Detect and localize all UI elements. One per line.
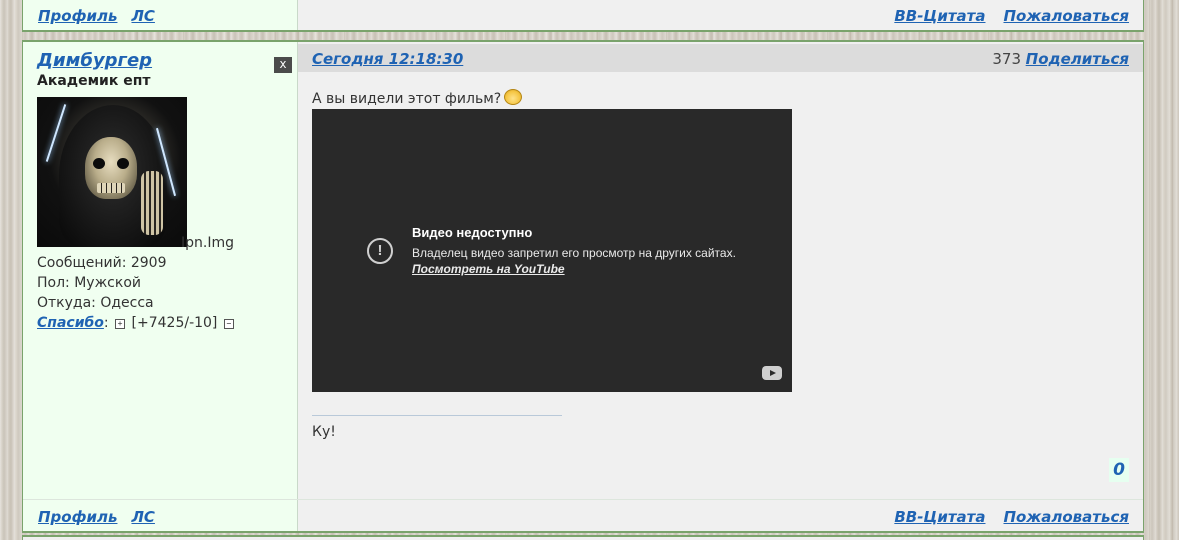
avatar-eye xyxy=(117,158,129,169)
avatar-teeth xyxy=(97,183,125,193)
thanks-separator: : xyxy=(103,315,109,331)
signature-divider xyxy=(312,415,562,416)
bb-quote-link[interactable]: BB-Цитата xyxy=(894,7,985,25)
signature: Ку! xyxy=(312,424,336,440)
previous-post-footer: Профиль ЛС BB-Цитата Пожаловаться xyxy=(22,0,1144,32)
next-post-top xyxy=(22,535,1144,540)
author-thanks: Спасибо: + [+7425/-10] − xyxy=(37,315,236,331)
thanks-plus-icon[interactable]: + xyxy=(115,319,126,329)
post-header: Сегодня 12:18:30 373 Поделиться xyxy=(298,44,1143,72)
author-gender: Пол: Мужской xyxy=(37,275,142,291)
author-post-count: Сообщений: 2909 xyxy=(37,255,167,271)
video-error-message: Владелец видео запретил его просмотр на … xyxy=(412,246,736,260)
thanks-value: [+7425/-10] xyxy=(131,315,218,331)
post-rating[interactable]: 0 xyxy=(1109,458,1129,482)
watch-on-youtube-link[interactable]: Посмотреть на YouTube xyxy=(412,262,565,276)
avatar xyxy=(37,97,187,247)
previous-post-actions: BB-Цитата Пожаловаться xyxy=(894,7,1129,25)
forum-post: Димбургер x Академик епт Ipn.Img Сообщен… xyxy=(22,40,1144,533)
avatar-eye xyxy=(93,158,105,169)
post-footer-divider xyxy=(23,499,1143,500)
pm-link[interactable]: ЛС xyxy=(131,508,154,526)
warning-icon: ! xyxy=(367,238,393,264)
share-link[interactable]: Поделиться xyxy=(1026,50,1129,68)
author-rank: Академик епт xyxy=(37,73,151,89)
close-icon[interactable]: x xyxy=(274,57,292,73)
pm-link[interactable]: ЛС xyxy=(131,7,154,25)
video-error-title: Видео недоступно xyxy=(412,225,533,240)
post-view-count: 373 xyxy=(992,50,1021,68)
report-link[interactable]: Пожаловаться xyxy=(1003,508,1129,526)
author-name-link[interactable]: Димбургер xyxy=(37,50,152,71)
profile-link[interactable]: Профиль xyxy=(38,508,117,526)
youtube-icon[interactable] xyxy=(762,366,782,380)
bb-quote-link[interactable]: BB-Цитата xyxy=(894,508,985,526)
post-text-content: А вы видели этот фильм? xyxy=(312,91,502,107)
avatar-caption: Ipn.Img xyxy=(181,235,234,251)
video-embed[interactable]: ! Видео недоступно Владелец видео запрет… xyxy=(312,109,792,392)
post-date-link[interactable]: Сегодня 12:18:30 xyxy=(312,50,463,68)
thanks-minus-icon[interactable]: − xyxy=(223,319,234,329)
previous-post-user-links: Профиль ЛС xyxy=(38,7,155,25)
author-panel: Димбургер x Академик епт Ipn.Img Сообщен… xyxy=(23,42,298,531)
smiley-icon xyxy=(504,89,523,105)
author-location: Откуда: Одесса xyxy=(37,295,154,311)
post-text: А вы видели этот фильм? xyxy=(312,89,523,107)
profile-link[interactable]: Профиль xyxy=(38,7,117,25)
avatar-hand xyxy=(141,171,163,235)
thanks-link[interactable]: Спасибо xyxy=(37,315,104,331)
author-links: Профиль ЛС xyxy=(38,508,155,526)
post-actions: BB-Цитата Пожаловаться xyxy=(894,508,1129,526)
report-link[interactable]: Пожаловаться xyxy=(1003,7,1129,25)
